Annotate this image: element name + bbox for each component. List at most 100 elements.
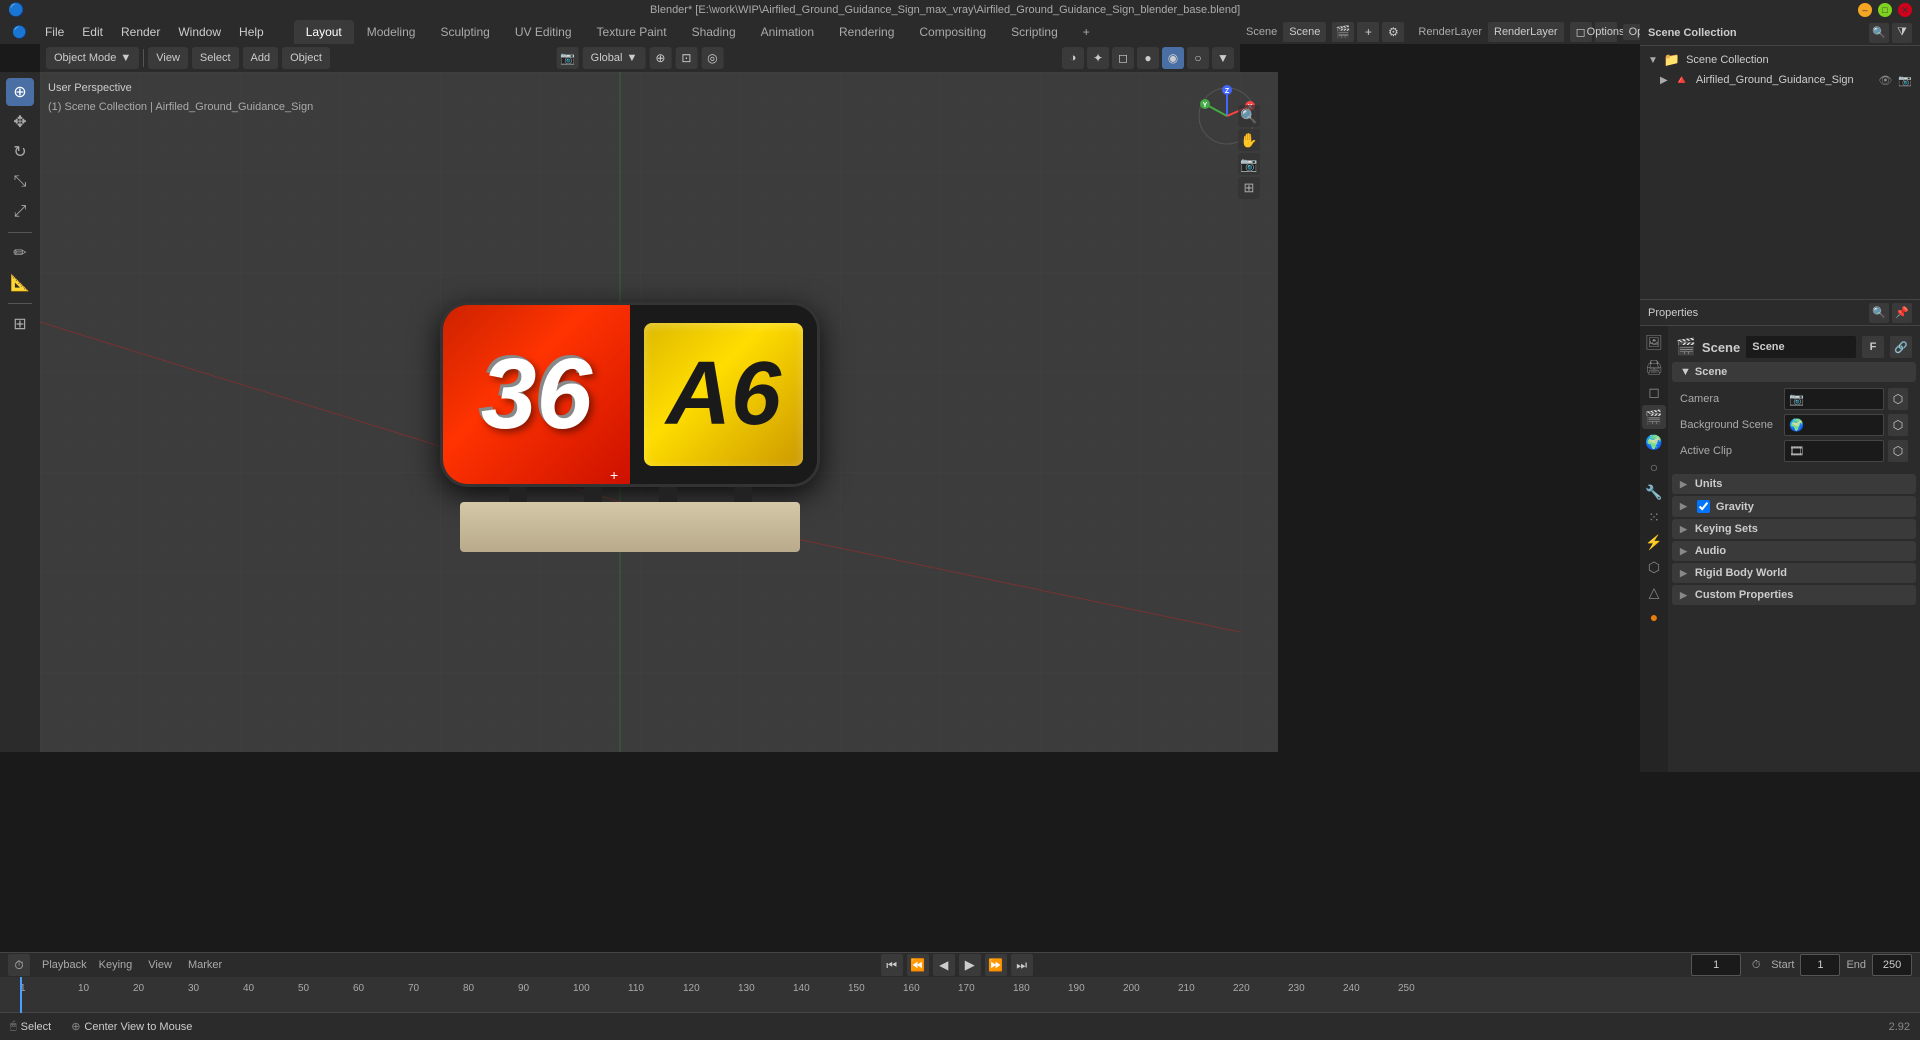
current-frame-input[interactable]: 1: [1691, 954, 1741, 976]
menu-blender[interactable]: 🔵: [4, 23, 35, 41]
object-menu[interactable]: Object: [282, 47, 330, 69]
vis-icon[interactable]: 👁: [1878, 74, 1892, 87]
pan-icon[interactable]: ✋: [1238, 129, 1260, 151]
custom-props-header[interactable]: ▶ Custom Properties: [1672, 585, 1916, 605]
minimize-button[interactable]: –: [1858, 3, 1872, 17]
shading-solid-icon[interactable]: ●: [1137, 47, 1159, 69]
play-reverse-btn[interactable]: ◀: [933, 954, 955, 976]
audio-header[interactable]: ▶ Audio: [1672, 541, 1916, 561]
bg-scene-browse-icon[interactable]: ⬡: [1888, 414, 1908, 436]
scene-fake-user-icon[interactable]: F: [1862, 336, 1884, 358]
rigid-body-header[interactable]: ▶ Rigid Body World: [1672, 563, 1916, 583]
clip-browse-icon[interactable]: ⬡: [1888, 440, 1908, 462]
render-vis-icon[interactable]: 📷: [1898, 74, 1912, 87]
props-pin-icon[interactable]: 📌: [1892, 303, 1912, 323]
units-header[interactable]: ▶ Units: [1672, 474, 1916, 494]
tool-annotate[interactable]: ✏: [6, 239, 34, 267]
viewport-gizmo-icon[interactable]: ✦: [1087, 47, 1109, 69]
jump-end-btn[interactable]: ⏭: [1011, 954, 1033, 976]
global-selector[interactable]: Global ▼: [583, 47, 646, 69]
prop-render-icon[interactable]: 🖼: [1642, 330, 1666, 354]
renderlayer-selector[interactable]: RenderLayer: [1488, 22, 1564, 42]
play-btn[interactable]: ▶: [959, 954, 981, 976]
scene-name-input[interactable]: Scene: [1746, 336, 1856, 358]
tab-shading[interactable]: Shading: [680, 20, 748, 44]
add-menu[interactable]: Add: [243, 47, 279, 69]
tab-layout[interactable]: Layout: [294, 20, 354, 44]
proportional-icon[interactable]: ◎: [701, 47, 723, 69]
camera-value[interactable]: 📷: [1784, 388, 1884, 410]
tool-cursor[interactable]: ⊕: [6, 78, 34, 106]
camera-view-icon[interactable]: 📷: [1238, 153, 1260, 175]
tab-sculpting[interactable]: Sculpting: [428, 20, 501, 44]
menu-render[interactable]: Render: [113, 23, 168, 41]
shading-mat-icon[interactable]: ◉: [1162, 47, 1184, 69]
tab-texture-paint[interactable]: Texture Paint: [585, 20, 679, 44]
scene-link-icon[interactable]: 🔗: [1890, 336, 1912, 358]
tab-rendering[interactable]: Rendering: [827, 20, 906, 44]
timeline-mode-icon[interactable]: ⏱: [8, 954, 30, 976]
tool-rotate[interactable]: ↻: [6, 138, 34, 166]
tool-scale[interactable]: ⤡: [6, 168, 34, 196]
camera-browse-icon[interactable]: ⬡: [1888, 388, 1908, 410]
prop-physics-icon[interactable]: ⚡: [1642, 530, 1666, 554]
jump-start-btn[interactable]: ⏮: [881, 954, 903, 976]
tool-transform[interactable]: ⤢: [6, 198, 34, 226]
start-frame-input[interactable]: 1: [1800, 954, 1840, 976]
ortho-icon[interactable]: ⊞: [1238, 177, 1260, 199]
prop-output-icon[interactable]: 🖨: [1642, 355, 1666, 379]
tab-modeling[interactable]: Modeling: [355, 20, 428, 44]
prop-material-icon[interactable]: ●: [1642, 605, 1666, 629]
close-button[interactable]: ✕: [1898, 3, 1912, 17]
next-keyframe-btn[interactable]: ⏩: [985, 954, 1007, 976]
tab-compositing[interactable]: Compositing: [907, 20, 998, 44]
view-menu[interactable]: View: [148, 47, 188, 69]
zoom-icon[interactable]: 🔍: [1238, 105, 1260, 127]
bg-scene-value[interactable]: 🌍: [1784, 414, 1884, 436]
settings-icon[interactable]: ⚙: [1382, 22, 1404, 42]
viewport-3d[interactable]: User Perspective (1) Scene Collection | …: [40, 72, 1278, 752]
playback-menu[interactable]: Playback: [42, 959, 87, 971]
view-camera-icon[interactable]: 📷: [557, 47, 579, 69]
transform-icon[interactable]: ⊕: [649, 47, 671, 69]
outliner-object-item[interactable]: ▶ 🔺 Airfiled_Ground_Guidance_Sign 👁 📷: [1640, 70, 1920, 90]
maximize-button[interactable]: □: [1878, 3, 1892, 17]
outliner-filter-icon[interactable]: ⧩: [1892, 23, 1912, 43]
scene-icon[interactable]: 🎬: [1332, 22, 1354, 42]
end-frame-input[interactable]: 250: [1872, 954, 1912, 976]
prev-keyframe-btn[interactable]: ⏪: [907, 954, 929, 976]
keying-menu[interactable]: Keying: [99, 959, 133, 971]
prop-constraint-icon[interactable]: ⬡: [1642, 555, 1666, 579]
shading-render-icon[interactable]: ○: [1187, 47, 1209, 69]
shading-wire-icon[interactable]: ◻: [1112, 47, 1134, 69]
props-search-icon[interactable]: 🔍: [1869, 303, 1889, 323]
prop-scene-icon[interactable]: 🎬: [1642, 405, 1666, 429]
prop-data-icon[interactable]: △: [1642, 580, 1666, 604]
add-scene-icon[interactable]: +: [1357, 22, 1379, 42]
tool-move[interactable]: ✥: [6, 108, 34, 136]
marker-menu[interactable]: Marker: [188, 959, 222, 971]
tool-measure[interactable]: 📐: [6, 269, 34, 297]
tab-add[interactable]: +: [1071, 20, 1102, 44]
scene-section-header[interactable]: ▼ Scene: [1672, 362, 1916, 382]
viewport-overlay-icon[interactable]: ◑: [1062, 47, 1084, 69]
menu-help[interactable]: Help: [231, 23, 272, 41]
outliner-search-icon[interactable]: 🔍: [1869, 23, 1889, 43]
tool-add[interactable]: ⊞: [6, 310, 34, 338]
menu-edit[interactable]: Edit: [74, 23, 111, 41]
snap-icon[interactable]: ⊡: [675, 47, 697, 69]
shading-settings-icon[interactable]: ▼: [1212, 47, 1234, 69]
navigation-gizmo[interactable]: Z X Y 🔍 ✋ 📷 ⊞: [1195, 84, 1260, 149]
gravity-header[interactable]: ▶ Gravity: [1672, 496, 1916, 517]
prop-modifier-icon[interactable]: 🔧: [1642, 480, 1666, 504]
gravity-checkbox[interactable]: [1697, 500, 1710, 513]
tab-uv-editing[interactable]: UV Editing: [503, 20, 584, 44]
tab-scripting[interactable]: Scripting: [999, 20, 1070, 44]
keying-sets-header[interactable]: ▶ Keying Sets: [1672, 519, 1916, 539]
menu-file[interactable]: File: [37, 23, 72, 41]
mode-selector[interactable]: Object Mode ▼: [46, 47, 139, 69]
prop-view-layer-icon[interactable]: ◻: [1642, 380, 1666, 404]
tab-animation[interactable]: Animation: [749, 20, 826, 44]
options-button[interactable]: Options: [1595, 22, 1617, 42]
prop-object-icon[interactable]: ○: [1642, 455, 1666, 479]
